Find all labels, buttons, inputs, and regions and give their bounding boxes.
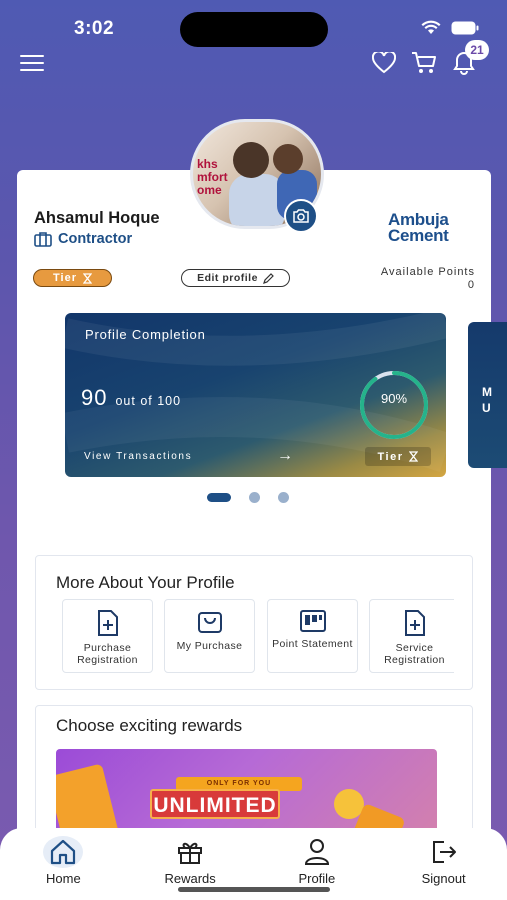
- camera-icon: [293, 209, 309, 223]
- wishlist-button[interactable]: [371, 50, 397, 76]
- header-actions: 21: [371, 40, 489, 76]
- brand-logo: Ambuja Cement: [388, 210, 449, 245]
- completion-score-value: 90: [81, 385, 108, 410]
- tile-label: Purchase Registration: [77, 642, 138, 666]
- nav-icon-wrap: [43, 836, 84, 868]
- nav-label: Profile: [298, 871, 336, 886]
- briefcase-icon: [34, 232, 52, 247]
- hourglass-icon: [409, 451, 419, 462]
- service-registration-tile[interactable]: Service Registration: [369, 599, 454, 673]
- nav-icon-wrap: [424, 836, 464, 868]
- point-statement-tile[interactable]: Point Statement: [267, 599, 358, 673]
- notification-badge: 21: [465, 40, 489, 60]
- signout-icon: [432, 841, 456, 863]
- nav-label: Rewards: [164, 871, 216, 886]
- file-plus-icon: [97, 610, 118, 636]
- edit-profile-button[interactable]: Edit profile: [181, 269, 290, 287]
- user-name: Ahsamul Hoque: [34, 209, 160, 227]
- profile-tiles: Purchase Registration My Purchase Point …: [62, 599, 454, 674]
- home-indicator: [178, 887, 330, 892]
- view-transactions-link[interactable]: View Transactions: [84, 451, 192, 462]
- next-carousel-card[interactable]: MU: [468, 322, 507, 468]
- purchase-registration-tile[interactable]: Purchase Registration: [62, 599, 153, 673]
- battery-icon: [451, 21, 479, 34]
- nav-icon-wrap: [297, 836, 337, 868]
- shopping-bag-icon: [197, 612, 222, 633]
- dynamic-island: [180, 12, 328, 47]
- tier-badge: Tier: [33, 269, 112, 287]
- avatar-overlay-text: khs mfort ome: [197, 157, 228, 197]
- cart-button[interactable]: [411, 50, 437, 76]
- gift-icon: [178, 842, 203, 864]
- available-points-value: 0: [467, 279, 474, 291]
- completion-score: 90 out of 100: [81, 385, 181, 411]
- user-icon: [304, 839, 329, 865]
- nav-home[interactable]: Home: [0, 828, 127, 900]
- file-plus-icon: [404, 610, 425, 636]
- more-about-profile-section: More About Your Profile Purchase Registr…: [35, 555, 473, 690]
- rewards-title: Choose exciting rewards: [56, 716, 243, 735]
- hourglass-icon: [82, 272, 92, 284]
- wifi-icon: [421, 20, 441, 34]
- completion-percent: 90%: [380, 391, 408, 406]
- available-points-label: Available Points: [380, 266, 475, 278]
- arrow-right-icon: →: [277, 447, 293, 464]
- carousel-dot[interactable]: [278, 492, 289, 503]
- board-icon: [299, 610, 326, 632]
- nav-icon-wrap: [170, 836, 210, 868]
- profile-completion-card[interactable]: Profile Completion 90 out of 100 90% Vie…: [65, 313, 446, 477]
- status-time: 3:02: [74, 18, 115, 39]
- tier-tag-label: Tier: [377, 450, 404, 463]
- carousel-dots: [207, 492, 289, 503]
- user-role: Contractor: [34, 231, 132, 247]
- tile-label: Point Statement: [272, 638, 353, 650]
- carousel-dot[interactable]: [207, 493, 231, 502]
- tier-tag: Tier: [365, 447, 431, 466]
- tile-label: My Purchase: [176, 640, 243, 652]
- more-section-title: More About Your Profile: [56, 573, 235, 592]
- status-icons: [421, 20, 479, 35]
- completion-title: Profile Completion: [85, 327, 206, 342]
- user-role-label: Contractor: [58, 231, 133, 247]
- nav-label: Home: [46, 871, 81, 886]
- tier-label: Tier: [53, 272, 77, 284]
- completion-score-suffix: out of 100: [115, 394, 182, 408]
- pencil-icon: [262, 272, 274, 284]
- carousel-dot[interactable]: [249, 492, 260, 503]
- cart-icon: [412, 52, 436, 73]
- menu-button[interactable]: [20, 55, 44, 73]
- edit-profile-label: Edit profile: [197, 272, 258, 284]
- home-icon: [51, 839, 76, 865]
- my-purchase-tile[interactable]: My Purchase: [164, 599, 255, 673]
- notifications-button[interactable]: 21: [451, 40, 489, 76]
- next-card-text: MU: [482, 385, 492, 415]
- change-photo-button[interactable]: [284, 199, 318, 233]
- tile-label: Service Registration: [384, 642, 445, 666]
- nav-label: Signout: [421, 871, 466, 886]
- nav-signout[interactable]: Signout: [380, 828, 507, 900]
- heart-icon: [372, 52, 396, 74]
- promo-headline: UNLIMITED: [150, 789, 280, 819]
